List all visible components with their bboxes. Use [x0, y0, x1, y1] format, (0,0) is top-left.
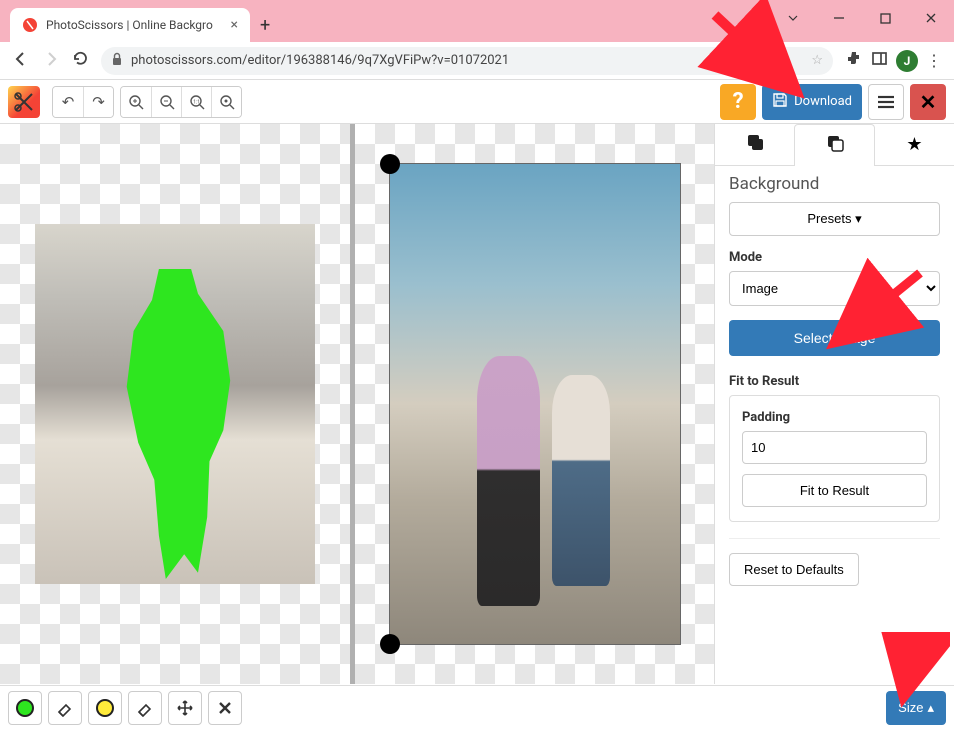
- redo-button[interactable]: ↷: [83, 87, 113, 117]
- close-app-button[interactable]: ✕: [910, 84, 946, 120]
- tab-effects[interactable]: ★: [875, 124, 954, 165]
- url-text: photoscissors.com/editor/196388146/9q7Xg…: [131, 53, 509, 68]
- svg-text:1:1: 1:1: [193, 99, 200, 105]
- tab-foreground[interactable]: [715, 124, 794, 165]
- zoom-fit-button[interactable]: [211, 87, 241, 117]
- app-toolbar: ↶ ↷ 1:1 ? Download ✕: [0, 80, 954, 124]
- mode-label: Mode: [729, 250, 940, 265]
- resize-handle-bottom-left[interactable]: [380, 634, 400, 654]
- green-circle-icon: [16, 699, 34, 717]
- panel-heading: Background: [729, 174, 940, 194]
- fit-to-result-button[interactable]: Fit to Result: [742, 474, 927, 507]
- background-brush-button[interactable]: [88, 691, 122, 725]
- back-button[interactable]: [12, 50, 30, 72]
- window-close-button[interactable]: [908, 0, 954, 36]
- result-preview-pane[interactable]: [355, 124, 714, 684]
- yellow-circle-icon: [96, 699, 114, 717]
- zoom-in-button[interactable]: [121, 87, 151, 117]
- source-image-with-mask: [35, 224, 315, 584]
- undo-button[interactable]: ↶: [53, 87, 83, 117]
- zoom-actual-button[interactable]: 1:1: [181, 87, 211, 117]
- browser-tab[interactable]: PhotoScissors | Online Backgro ×: [10, 8, 250, 42]
- side-panel: ★ Background Presets ▾ Mode Image Select…: [714, 124, 954, 684]
- reset-defaults-button[interactable]: Reset to Defaults: [729, 553, 859, 586]
- browser-menu-icon[interactable]: ⋮: [926, 51, 942, 70]
- profile-avatar[interactable]: J: [896, 50, 918, 72]
- mode-select[interactable]: Image: [729, 271, 940, 306]
- download-button[interactable]: Download: [762, 84, 862, 120]
- star-icon: ★: [906, 134, 922, 155]
- background-eraser-button[interactable]: [128, 691, 162, 725]
- foreground-brush-button[interactable]: [8, 691, 42, 725]
- padding-input[interactable]: [742, 431, 927, 464]
- padding-label: Padding: [742, 410, 927, 425]
- select-image-button[interactable]: Select Image: [729, 320, 940, 356]
- chevron-down-icon[interactable]: [770, 0, 816, 36]
- bottom-toolbar: Size ▴: [0, 685, 954, 729]
- panel-icon[interactable]: [871, 50, 888, 71]
- fit-fieldset: Padding Fit to Result: [729, 395, 940, 522]
- help-button[interactable]: ?: [720, 84, 756, 120]
- app-logo-icon: [8, 86, 40, 118]
- layers-outline-icon: [825, 133, 845, 158]
- address-bar[interactable]: photoscissors.com/editor/196388146/9q7Xg…: [101, 47, 833, 75]
- canvas-area: [0, 124, 714, 684]
- main-content: ★ Background Presets ▾ Mode Image Select…: [0, 124, 954, 684]
- resize-handle-top-left[interactable]: [380, 154, 400, 174]
- presets-dropdown[interactable]: Presets ▾: [729, 202, 940, 236]
- foreground-eraser-button[interactable]: [48, 691, 82, 725]
- maximize-button[interactable]: [862, 0, 908, 36]
- panel-tabs: ★: [715, 124, 954, 166]
- reload-button[interactable]: [72, 50, 89, 71]
- tab-background[interactable]: [794, 124, 875, 166]
- minimize-button[interactable]: [816, 0, 862, 36]
- save-icon: [772, 92, 788, 112]
- browser-titlebar: PhotoScissors | Online Backgro × +: [0, 0, 954, 42]
- window-controls: [770, 0, 954, 36]
- fit-to-result-label: Fit to Result: [729, 374, 940, 389]
- delete-tool-button[interactable]: [208, 691, 242, 725]
- new-tab-button[interactable]: +: [250, 15, 280, 42]
- result-image[interactable]: [390, 164, 680, 644]
- download-label: Download: [794, 94, 852, 109]
- browser-toolbar: photoscissors.com/editor/196388146/9q7Xg…: [0, 42, 954, 80]
- forward-button: [42, 50, 60, 72]
- tab-close-icon[interactable]: ×: [231, 17, 238, 33]
- panel-body: Background Presets ▾ Mode Image Select I…: [715, 166, 954, 594]
- move-tool-button[interactable]: [168, 691, 202, 725]
- lock-icon: [111, 52, 123, 70]
- mask-preview-pane[interactable]: [0, 124, 350, 684]
- hamburger-menu-button[interactable]: [868, 84, 904, 120]
- tab-title: PhotoScissors | Online Backgro: [46, 18, 213, 32]
- extensions-icon[interactable]: [845, 50, 863, 72]
- size-dropdown[interactable]: Size ▴: [886, 691, 946, 725]
- layers-filled-icon: [745, 132, 765, 157]
- favicon-icon: [22, 17, 38, 33]
- star-icon[interactable]: ☆: [811, 53, 823, 68]
- zoom-out-button[interactable]: [151, 87, 181, 117]
